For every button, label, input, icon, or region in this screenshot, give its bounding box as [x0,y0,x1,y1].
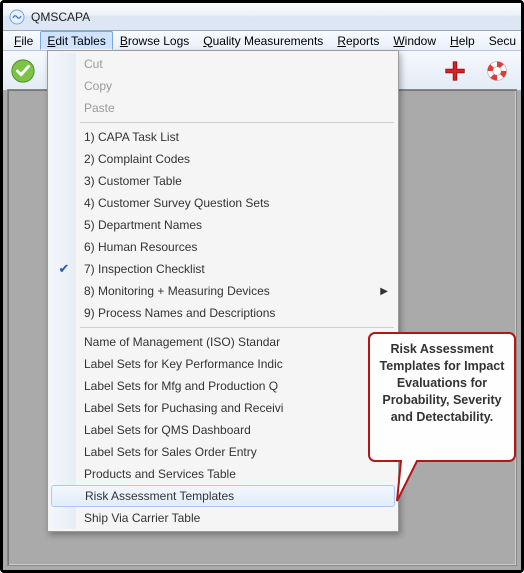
menu-complaint-codes[interactable]: 2) Complaint Codes [50,148,396,170]
menu-quality-measurements[interactable]: Quality Measurements [196,31,330,50]
menu-cut: Cut [50,53,396,75]
client-checkmark-icon [15,158,28,171]
menu-copy: Copy [50,75,396,97]
menu-inspection-checklist[interactable]: ✔ 7) Inspection Checklist [50,258,396,280]
callout-text: Risk Assessment Templates for Impact Eva… [375,341,509,425]
lifebuoy-icon[interactable] [483,57,511,85]
ok-check-icon[interactable] [9,57,37,85]
menu-help[interactable]: Help [443,31,482,50]
menu-capa-task-list[interactable]: 1) CAPA Task List [50,126,396,148]
plus-icon[interactable] [441,57,469,85]
menu-reports[interactable]: Reports [330,31,386,50]
menu-monitoring-measuring-devices[interactable]: 8) Monitoring + Measuring Devices ▶ [50,280,396,302]
menu-paste: Paste [50,97,396,119]
menu-security[interactable]: Secu [482,31,523,50]
check-icon: ✔ [56,261,72,277]
menu-edit-tables[interactable]: Edit Tables [40,31,113,50]
submenu-arrow-icon: ▶ [380,286,388,297]
menu-process-names-descriptions[interactable]: 9) Process Names and Descriptions [50,302,396,324]
callout: Risk Assessment Templates for Impact Eva… [367,331,517,534]
menu-browse-logs[interactable]: Browse Logs [113,31,196,50]
menu-file[interactable]: File [7,31,40,50]
window-title: QMSCAPA [31,10,90,24]
menu-label-sets-purchasing[interactable]: Label Sets for Puchasing and Receivi [50,397,396,419]
menu-iso-standard[interactable]: Name of Management (ISO) Standar [50,331,396,353]
menu-separator [80,122,394,123]
app-icon [9,9,25,25]
menu-label-sets-sales-order[interactable]: Label Sets for Sales Order Entry [50,441,396,463]
menu-label-sets-mfg[interactable]: Label Sets for Mfg and Production Q [50,375,396,397]
menu-customer-survey-question-sets[interactable]: 4) Customer Survey Question Sets [50,192,396,214]
edit-tables-dropdown: Cut Copy Paste 1) CAPA Task List 2) Comp… [47,50,399,532]
menu-products-services-table[interactable]: Products and Services Table [50,463,396,485]
menu-label-sets-kpi[interactable]: Label Sets for Key Performance Indic [50,353,396,375]
menu-department-names[interactable]: 5) Department Names [50,214,396,236]
menu-ship-via-carrier-table[interactable]: Ship Via Carrier Table [50,507,396,529]
menu-risk-assessment-templates[interactable]: Risk Assessment Templates [51,485,395,507]
menu-customer-table[interactable]: 3) Customer Table [50,170,396,192]
menubar: File Edit Tables Browse Logs Quality Mea… [3,31,521,51]
menu-window[interactable]: Window [386,31,443,50]
titlebar: QMSCAPA [3,3,521,31]
menu-label-sets-qms-dashboard[interactable]: Label Sets for QMS Dashboard [50,419,396,441]
menu-human-resources[interactable]: 6) Human Resources [50,236,396,258]
menu-separator [80,327,394,328]
